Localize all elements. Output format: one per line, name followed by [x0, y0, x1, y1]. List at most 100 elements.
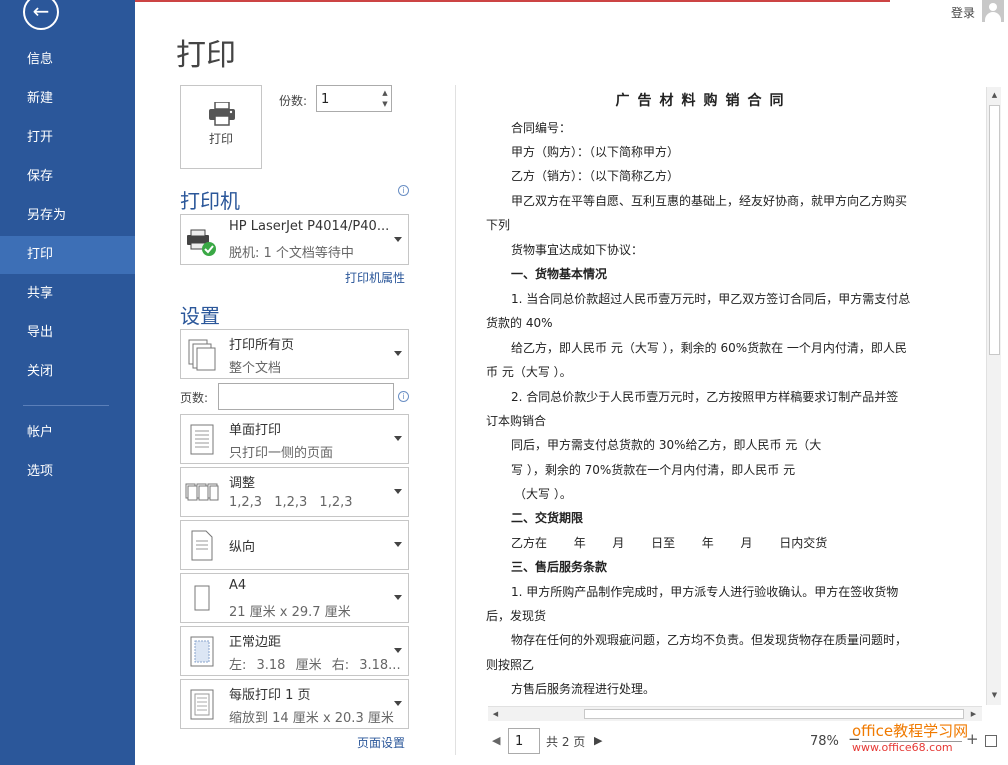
nav-item-export[interactable]: 导出	[0, 314, 135, 352]
scroll-left-icon[interactable]: ◀	[490, 708, 501, 720]
chevron-down-icon	[394, 701, 402, 706]
chevron-down-icon	[394, 236, 402, 242]
document-heading: 三、售后服务条款	[511, 560, 608, 574]
scroll-up-icon[interactable]: ▲	[989, 89, 1000, 101]
copies-input[interactable]	[321, 90, 376, 108]
nav-divider	[23, 405, 109, 406]
document-line: 物存在任何的外观瑕疵问题，乙方均不负责。但发现货物存在质量问题时，	[511, 633, 908, 647]
fit-page-icon[interactable]	[985, 735, 997, 747]
back-arrow-icon: ←	[32, 0, 50, 23]
page-title: 打印	[176, 38, 236, 73]
sides-detail: 只打印一侧的页面	[229, 446, 334, 461]
paper-size-detail: 21 厘米 x 29.7 厘米	[229, 605, 351, 620]
title-bar-accent	[135, 0, 890, 2]
document-title: 广告材料购销合同	[615, 93, 792, 109]
document-line: 同后，甲方需支付总货款的 30%给乙方，即人民币 元（大	[511, 438, 822, 452]
chevron-down-icon	[394, 436, 402, 441]
vertical-scroll-thumb[interactable]	[989, 105, 1000, 355]
document-line: 乙方（销方）：（以下简称乙方）	[511, 169, 680, 183]
watermark: office教程学习网 www.office68.com	[852, 720, 978, 754]
login-link[interactable]: 登录	[951, 4, 975, 21]
avatar[interactable]	[982, 0, 1004, 22]
document-heading: 二、交货期限	[511, 511, 584, 525]
printer-status-icon	[187, 229, 216, 256]
printer-icon	[209, 102, 235, 126]
collate-icon	[185, 483, 219, 501]
single-sided-icon	[190, 424, 214, 455]
print-button[interactable]: 打印	[180, 85, 262, 169]
zoom-level[interactable]: 78%	[810, 734, 839, 749]
chevron-down-icon	[394, 542, 402, 547]
nav-item-print[interactable]: 打印	[0, 236, 135, 274]
next-page-icon[interactable]: ▶	[594, 734, 602, 747]
nav-item-save-as[interactable]: 另存为	[0, 197, 135, 235]
pages-per-sheet-dropdown[interactable]: 每版打印 1 页 缩放到 14 厘米 x 20.3 厘米	[180, 679, 409, 729]
horizontal-scroll-thumb[interactable]	[584, 709, 964, 719]
nav-item-options[interactable]: 选项	[0, 453, 135, 491]
copies-label: 份数:	[279, 94, 308, 108]
page-setup-link[interactable]: 页面设置	[357, 734, 405, 751]
margins-detail: 左: 3.18 厘米 右: 3.18...	[229, 658, 401, 673]
portrait-icon	[191, 530, 213, 561]
pages-input[interactable]	[218, 383, 394, 410]
paper-size-dropdown[interactable]: A4 21 厘米 x 29.7 厘米	[180, 573, 409, 623]
nav-item-save[interactable]: 保存	[0, 158, 135, 196]
nav-item-share[interactable]: 共享	[0, 275, 135, 313]
margins-icon	[190, 636, 214, 667]
sides-value: 单面打印	[229, 423, 282, 438]
scroll-down-icon[interactable]: ▼	[989, 689, 1000, 701]
nav-item-new[interactable]: 新建	[0, 80, 135, 118]
copies-down-icon[interactable]: ▼	[379, 98, 391, 110]
orientation-dropdown[interactable]: 纵向	[180, 520, 409, 570]
backstage-nav: ← 信息 新建 打开 保存 另存为 打印 共享 导出 关闭 帐户 选项	[0, 0, 135, 765]
collate-detail: 1,2,3 1,2,3 1,2,3	[229, 495, 353, 510]
print-range-dropdown[interactable]: 打印所有页 整个文档	[180, 329, 409, 379]
previous-page-icon[interactable]: ◀	[492, 734, 500, 747]
document-line: 方售后服务流程进行处理。	[511, 682, 656, 696]
back-button[interactable]: ←	[23, 0, 59, 30]
document-line: 乙方在 年 月 日至 年 月 日内交货	[511, 536, 828, 550]
document-line: 甲方（购方）：（以下简称甲方）	[511, 145, 680, 159]
pages-per-sheet-icon	[190, 689, 214, 720]
document-preview: 广告材料购销合同 合同编号： 甲方（购方）：（以下简称甲方） 乙方（销方）：（以…	[486, 86, 921, 706]
watermark-site-name: office教程学习网	[852, 722, 969, 740]
total-pages: 共 2 页	[546, 735, 586, 749]
margins-value: 正常边距	[229, 635, 282, 650]
document-line: 货款的 40%	[486, 316, 553, 330]
printer-dropdown[interactable]: HP LaserJet P4014/P40... 脱机: 1 个文档等待中	[180, 214, 409, 265]
chevron-down-icon	[394, 595, 402, 600]
printer-section-title: 打印机	[180, 189, 240, 213]
chevron-down-icon	[394, 489, 402, 494]
document-line: 合同编号：	[511, 121, 572, 135]
document-line: 甲乙双方在平等自愿、互利互惠的基础上，经友好协商，就甲方向乙方购买	[511, 194, 908, 208]
document-line: 则按照乙	[486, 658, 535, 672]
chevron-down-icon	[394, 648, 402, 653]
printer-properties-link[interactable]: 打印机属性	[345, 269, 405, 286]
paper-size-value: A4	[229, 578, 247, 593]
vertical-scrollbar[interactable]: ▲ ▼	[986, 87, 1001, 705]
margins-dropdown[interactable]: 正常边距 左: 3.18 厘米 右: 3.18...	[180, 626, 409, 676]
nav-item-info[interactable]: 信息	[0, 41, 135, 79]
document-line: 货物事宜达成如下协议：	[511, 243, 644, 257]
document-line: 币 元（大写 ）。	[486, 365, 572, 379]
preview-divider	[455, 85, 456, 755]
info-icon[interactable]: i	[398, 185, 409, 196]
document-line: 下列	[486, 218, 511, 232]
settings-section-title: 设置	[180, 304, 220, 328]
printer-status: 脱机: 1 个文档等待中	[229, 246, 354, 261]
collate-dropdown[interactable]: 调整 1,2,3 1,2,3 1,2,3	[180, 467, 409, 517]
scroll-right-icon[interactable]: ▶	[968, 708, 979, 720]
nav-item-account[interactable]: 帐户	[0, 414, 135, 452]
horizontal-scrollbar[interactable]: ◀ ▶	[488, 706, 982, 721]
page-number-input[interactable]	[508, 728, 540, 754]
nav-item-open[interactable]: 打开	[0, 119, 135, 157]
pages-icon	[188, 339, 216, 371]
watermark-url: www.office68.com	[852, 741, 953, 754]
chevron-down-icon	[394, 351, 402, 356]
nav-item-close[interactable]: 关闭	[0, 353, 135, 391]
print-range-value: 打印所有页	[229, 338, 295, 353]
document-line: （大写 ）。	[514, 487, 572, 501]
sides-dropdown[interactable]: 单面打印 只打印一侧的页面	[180, 414, 409, 464]
info-icon[interactable]: i	[398, 391, 409, 402]
printer-name: HP LaserJet P4014/P40...	[229, 219, 390, 234]
